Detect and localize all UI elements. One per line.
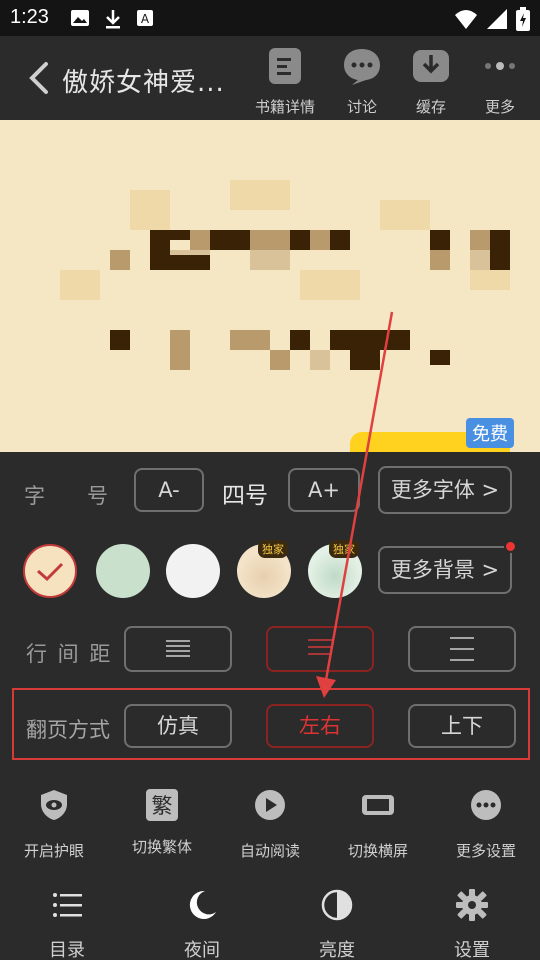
checkmark-icon xyxy=(37,562,64,582)
toc-button[interactable]: 目录 xyxy=(22,888,112,960)
toc-icon xyxy=(53,893,82,917)
settings-icon xyxy=(456,889,488,921)
night-label: 夜间 xyxy=(184,940,220,960)
eye-protect-button[interactable]: 开启护眼 xyxy=(9,788,99,861)
more-button[interactable]: 更多 xyxy=(465,46,535,116)
font-size-label: 字 号 xyxy=(24,484,108,508)
line-spacing-loose[interactable] xyxy=(408,626,516,672)
a-icon: A xyxy=(137,10,153,26)
font-increase-button[interactable]: A+ xyxy=(288,468,360,512)
settings-label: 设置 xyxy=(454,940,490,960)
status-bar: 1:23 A xyxy=(0,0,540,36)
exclusive-tag: 独家 xyxy=(329,540,359,558)
bg-swatch-white[interactable] xyxy=(166,544,220,598)
line-spacing-medium[interactable] xyxy=(266,626,374,672)
auto-read-label: 自动阅读 xyxy=(239,842,300,860)
brightness-label: 亮度 xyxy=(319,940,355,960)
page-flip-simulated[interactable]: 仿真 xyxy=(124,704,232,748)
page-flip-label: 翻页方式 xyxy=(26,718,110,742)
settings-button[interactable]: 设置 xyxy=(427,888,517,960)
reader-settings-panel: 字 号 A- 四号 A+ 更多字体 > 独家 独家 更多背景 > 行 间 距 翻… xyxy=(0,452,540,960)
discuss-icon xyxy=(344,49,380,85)
book-details-label: 书籍详情 xyxy=(254,98,315,116)
font-size-value: 四号 xyxy=(222,483,268,509)
book-title: 傲娇女神爱... xyxy=(62,68,225,98)
bg-swatch-beige[interactable] xyxy=(23,544,77,598)
brightness-icon xyxy=(321,889,353,921)
free-badge: 免费 xyxy=(466,418,514,448)
battery-icon xyxy=(516,7,530,31)
page-flip-horizontal[interactable]: 左右 xyxy=(266,704,374,748)
line-spacing-tight-icon xyxy=(166,640,190,657)
font-decrease-button[interactable]: A- xyxy=(134,468,204,512)
pixelated-text-block xyxy=(0,120,540,452)
line-spacing-loose-icon xyxy=(450,637,474,661)
page-flip-vertical[interactable]: 上下 xyxy=(408,704,516,748)
image-icon xyxy=(71,10,89,26)
toc-label: 目录 xyxy=(49,940,85,960)
reader-header: 傲娇女神爱... 书籍详情 讨论 缓存 更多 xyxy=(0,36,540,120)
wifi-icon xyxy=(455,10,477,29)
more-icon xyxy=(485,62,515,70)
line-spacing-medium-icon xyxy=(308,639,332,655)
auto-read-icon xyxy=(255,790,285,820)
notification-dot xyxy=(504,540,517,553)
discuss-button[interactable]: 讨论 xyxy=(327,46,397,116)
book-details-icon xyxy=(269,48,301,84)
bg-swatch-green[interactable] xyxy=(96,544,150,598)
cache-label: 缓存 xyxy=(415,98,446,116)
signal-icon xyxy=(487,9,507,29)
eye-protect-label: 开启护眼 xyxy=(23,842,84,860)
line-spacing-label: 行 间 距 xyxy=(26,642,113,666)
discuss-label: 讨论 xyxy=(346,98,377,116)
book-details-button[interactable]: 书籍详情 xyxy=(250,46,320,116)
line-spacing-tight[interactable] xyxy=(124,626,232,672)
more-settings-icon xyxy=(471,790,501,820)
landscape-icon xyxy=(362,795,394,815)
more-settings-button[interactable]: 更多设置 xyxy=(441,788,531,861)
cache-icon xyxy=(413,50,449,82)
status-time: 1:23 xyxy=(10,6,49,28)
more-label: 更多 xyxy=(484,98,515,116)
landscape-button[interactable]: 切换横屏 xyxy=(333,788,423,861)
more-settings-label: 更多设置 xyxy=(455,842,516,860)
traditional-icon: 繁 xyxy=(146,789,178,821)
download-icon xyxy=(106,10,120,29)
night-icon xyxy=(189,890,216,919)
cache-button[interactable]: 缓存 xyxy=(396,46,466,116)
svg-text:A: A xyxy=(141,12,150,26)
exclusive-tag: 独家 xyxy=(258,540,288,558)
brightness-button[interactable]: 亮度 xyxy=(292,888,382,960)
back-arrow-icon[interactable] xyxy=(22,58,56,98)
traditional-label: 切换繁体 xyxy=(131,838,192,856)
traditional-chinese-button[interactable]: 繁 切换繁体 xyxy=(117,788,207,857)
night-mode-button[interactable]: 夜间 xyxy=(157,888,247,960)
eye-protect-icon xyxy=(41,790,67,820)
auto-read-button[interactable]: 自动阅读 xyxy=(225,788,315,861)
svg-text:繁: 繁 xyxy=(152,794,173,818)
reading-area[interactable]: 免费 xyxy=(0,120,540,452)
more-fonts-button[interactable]: 更多字体 > xyxy=(378,466,512,514)
more-backgrounds-button[interactable]: 更多背景 > xyxy=(378,546,512,594)
landscape-label: 切换横屏 xyxy=(347,842,408,860)
